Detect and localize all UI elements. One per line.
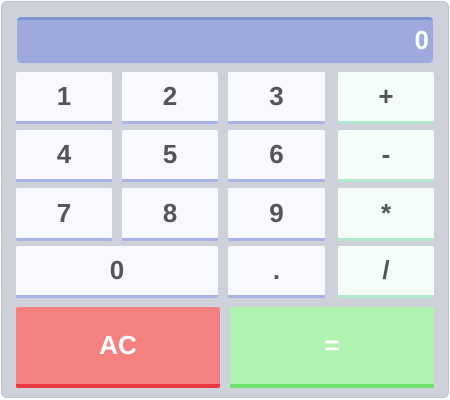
- calculator: 0 1 2 3 + 4 5 6 - 7 8 9 * 0 . / AC =: [1, 1, 449, 398]
- key-9[interactable]: 9: [228, 188, 325, 241]
- key-8[interactable]: 8: [122, 188, 218, 241]
- key-7[interactable]: 7: [16, 188, 112, 241]
- clear-button[interactable]: AC: [16, 307, 220, 388]
- add-button[interactable]: +: [338, 72, 434, 124]
- key-4[interactable]: 4: [16, 130, 112, 182]
- key-5[interactable]: 5: [122, 130, 218, 182]
- key-0[interactable]: 0: [16, 246, 218, 298]
- key-1[interactable]: 1: [16, 72, 112, 124]
- multiply-button[interactable]: *: [338, 188, 434, 241]
- key-2[interactable]: 2: [122, 72, 218, 124]
- subtract-button[interactable]: -: [338, 130, 434, 182]
- decimal-button[interactable]: .: [228, 246, 325, 298]
- equals-button[interactable]: =: [230, 307, 434, 388]
- key-3[interactable]: 3: [228, 72, 325, 124]
- key-6[interactable]: 6: [228, 130, 325, 182]
- calculator-display: 0: [17, 17, 433, 63]
- divide-button[interactable]: /: [338, 246, 434, 298]
